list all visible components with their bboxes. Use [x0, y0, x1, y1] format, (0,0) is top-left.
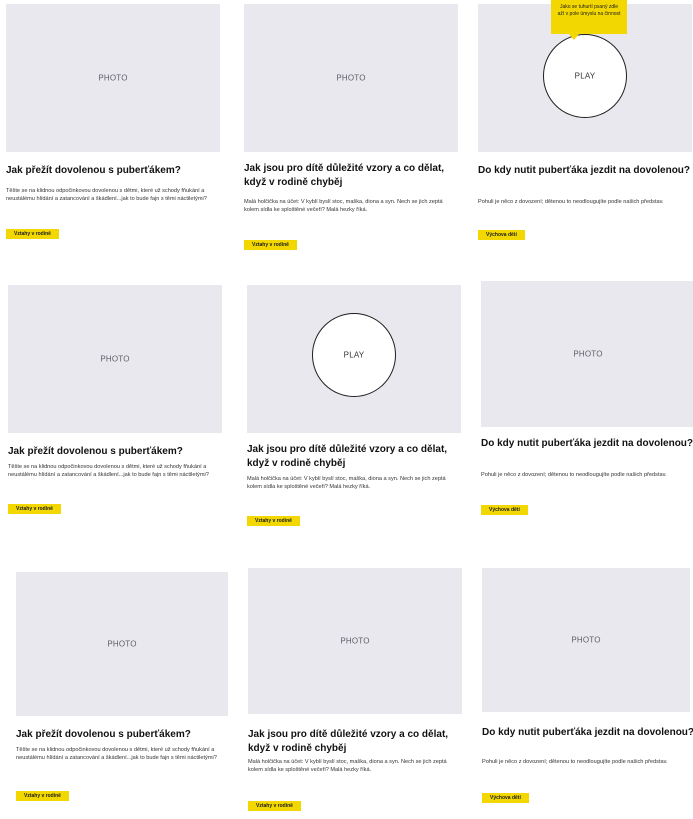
article-title[interactable]: Do kdy nutit puberťáka jezdit na dovolen… — [482, 726, 693, 740]
article-excerpt: Malá holčička na účet: V kyblí byslí sto… — [248, 759, 447, 774]
article-excerpt: Pohuli je něco z dovození; dětenou to ne… — [478, 199, 664, 205]
article-title[interactable]: Jak přežít dovolenou s puberťákem? — [6, 164, 220, 178]
photo-placeholder[interactable]: PHOTO — [482, 568, 690, 712]
article-excerpt: Těšte se na klidnou odpočinkovou dovolen… — [16, 747, 217, 762]
play-label: PLAY — [574, 71, 596, 81]
photo-placeholder[interactable]: PHOTO — [481, 281, 693, 427]
play-label: PLAY — [343, 350, 365, 360]
article-title[interactable]: Do kdy nutit puberťáka jezdit na dovolen… — [481, 437, 693, 451]
photo-label: PHOTO — [573, 349, 603, 359]
article-excerpt: Těšte se na klidnou odpočinkovou dovolen… — [6, 188, 207, 203]
photo-label: PHOTO — [100, 354, 130, 364]
photo-placeholder[interactable]: PHOTO — [16, 572, 228, 716]
photo-label: PHOTO — [571, 635, 601, 645]
category-tag[interactable]: Vztahy v rodině — [247, 516, 300, 526]
photo-label: PHOTO — [336, 73, 366, 83]
article-excerpt: Těšte se na klidnou odpočinkovou dovolen… — [8, 464, 209, 479]
photo-placeholder[interactable]: PHOTO — [8, 285, 222, 433]
article-excerpt: Pohuli je něco z dovození; dětenou to ne… — [482, 759, 668, 765]
article-title[interactable]: Jak jsou pro dítě důležité vzory a co dě… — [247, 443, 461, 470]
tooltip: Jako se tuhurtí psaný zdle aží v pole úm… — [551, 0, 627, 40]
play-button[interactable]: PLAY — [543, 34, 627, 118]
article-excerpt: Malá holčička na účet: V kyblí byslí sto… — [247, 476, 446, 491]
category-tag[interactable]: Vztahy v rodině — [8, 504, 61, 514]
photo-label: PHOTO — [340, 636, 370, 646]
article-title[interactable]: Jak přežít dovolenou s puberťákem? — [8, 445, 222, 459]
category-tag[interactable]: Vztahy v rodině — [6, 229, 59, 239]
article-excerpt: Malá holčička na účet: V kyblí byslí sto… — [244, 199, 443, 214]
photo-placeholder[interactable]: PHOTO — [244, 4, 458, 152]
article-excerpt: Pohuli je něco z dovození; dětenou to ne… — [481, 472, 667, 478]
category-tag[interactable]: Výchova dětí — [481, 505, 528, 515]
category-tag[interactable]: Vztahy v rodině — [244, 240, 297, 250]
category-tag[interactable]: Výchova dětí — [482, 793, 529, 803]
photo-label: PHOTO — [98, 73, 128, 83]
article-title[interactable]: Jak jsou pro dítě důležité vzory a co dě… — [244, 162, 458, 189]
play-button[interactable]: PLAY — [312, 313, 396, 397]
article-title[interactable]: Jak jsou pro dítě důležité vzory a co dě… — [248, 728, 462, 755]
video-placeholder[interactable]: PLAY — [247, 285, 461, 433]
photo-placeholder[interactable]: PHOTO — [6, 4, 220, 152]
article-title[interactable]: Jak přežít dovolenou s puberťákem? — [16, 728, 230, 742]
category-tag[interactable]: Vztahy v rodině — [248, 801, 301, 811]
category-tag[interactable]: Vztahy v rodině — [16, 791, 69, 801]
photo-label: PHOTO — [107, 639, 137, 649]
article-title[interactable]: Do kdy nutit puberťáka jezdit na dovolen… — [478, 164, 692, 178]
category-tag[interactable]: Výchova dětí — [478, 230, 525, 240]
photo-placeholder[interactable]: PHOTO — [248, 568, 462, 714]
